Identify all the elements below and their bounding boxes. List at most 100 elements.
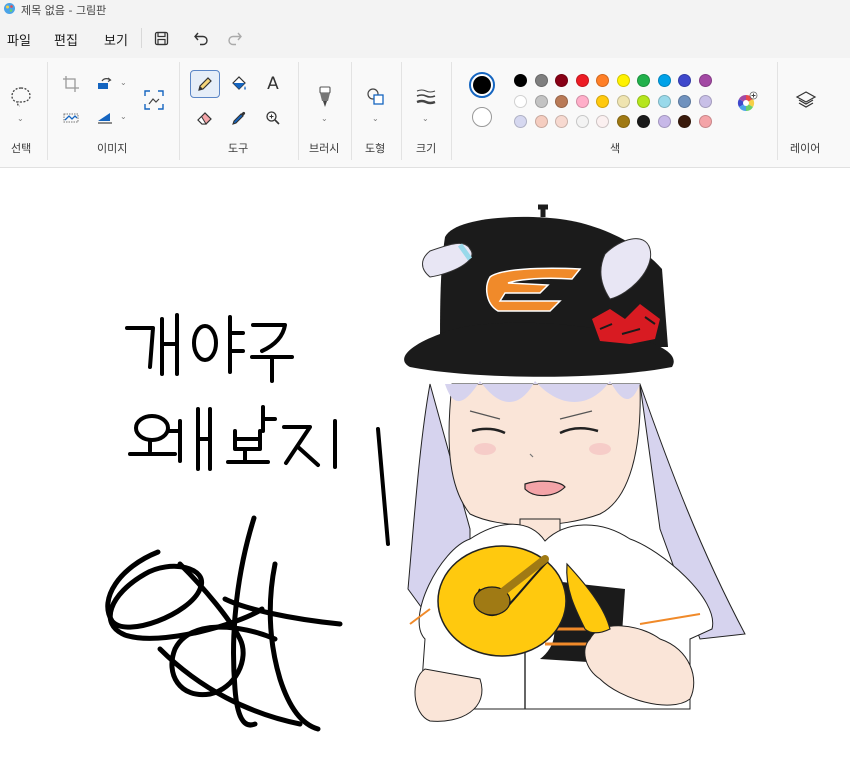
drawing-canvas[interactable] <box>0 169 850 782</box>
primary-color-button[interactable] <box>466 70 498 100</box>
window-title: 제목 없음 - 그림판 <box>21 4 107 17</box>
chevron-down-icon[interactable]: ⌄ <box>321 114 328 123</box>
color-swatch[interactable] <box>575 94 589 108</box>
resize-button[interactable] <box>90 70 120 98</box>
selection-button[interactable] <box>6 80 36 114</box>
color-swatch[interactable] <box>555 74 568 87</box>
color-swatch[interactable] <box>698 74 712 87</box>
color-swatch[interactable] <box>575 74 589 87</box>
redo-button[interactable] <box>222 26 248 50</box>
eraser-tool-button[interactable] <box>190 104 220 132</box>
color-swatch[interactable] <box>657 115 671 128</box>
shapes-button[interactable] <box>361 80 391 114</box>
secondary-color-button[interactable] <box>466 102 498 132</box>
chevron-down-icon[interactable]: ⌄ <box>120 78 127 87</box>
redo-icon <box>228 32 242 46</box>
fill-tool-button[interactable] <box>224 70 254 98</box>
color-swatch[interactable] <box>514 115 527 128</box>
color-wheel-icon <box>737 91 758 112</box>
color-swatch[interactable] <box>657 94 671 108</box>
lasso-select-icon <box>11 87 31 107</box>
select-all-button[interactable] <box>56 104 86 132</box>
ribbon-divider <box>451 62 452 160</box>
shapes-icon <box>367 88 384 105</box>
color-swatch[interactable] <box>616 115 630 128</box>
color-swatch[interactable] <box>657 74 671 87</box>
color-swatch[interactable] <box>637 94 650 108</box>
color-swatch[interactable] <box>698 94 712 108</box>
color-swatch[interactable] <box>616 94 630 108</box>
text-icon: A <box>267 74 279 94</box>
image-frame-icon <box>144 90 164 110</box>
color-swatch[interactable] <box>698 115 712 128</box>
title-bar: 제목 없음 - 그림판 <box>0 0 850 18</box>
color-swatch[interactable] <box>616 74 630 87</box>
color-swatch[interactable] <box>575 115 589 128</box>
line-width-icon <box>416 89 436 105</box>
character-illustration <box>404 204 746 722</box>
group-label-tools: 도구 <box>228 142 249 155</box>
color-swatch[interactable] <box>678 115 691 128</box>
color-swatch[interactable] <box>596 74 609 87</box>
layers-icon <box>795 91 817 108</box>
group-label-select: 선택 <box>11 142 32 155</box>
brush-icon <box>319 86 331 107</box>
color-swatch[interactable] <box>596 94 609 108</box>
image-select-button[interactable] <box>139 86 169 114</box>
color-swatch[interactable] <box>534 74 548 87</box>
paint-app-icon <box>4 3 15 14</box>
ribbon-divider <box>298 62 299 160</box>
chevron-down-icon[interactable]: ⌄ <box>372 114 379 123</box>
group-label-size: 크기 <box>416 142 437 155</box>
pencil-tool-button[interactable] <box>190 70 220 98</box>
color-swatch[interactable] <box>534 115 548 128</box>
save-button[interactable] <box>148 26 174 50</box>
canvas-drawing <box>105 204 746 732</box>
chevron-down-icon[interactable]: ⌄ <box>422 114 429 123</box>
menu-bar: 파일 편집 보기 <box>0 18 850 58</box>
color-picker-button[interactable] <box>224 104 254 132</box>
brushes-button[interactable] <box>310 80 340 114</box>
resize-icon <box>98 77 112 89</box>
color-swatch[interactable] <box>596 115 609 128</box>
edit-colors-button[interactable] <box>732 88 762 116</box>
ribbon-divider <box>351 62 352 160</box>
color-swatch[interactable] <box>534 94 548 108</box>
size-button[interactable] <box>411 80 441 114</box>
group-label-shapes: 도형 <box>365 142 386 155</box>
color-swatch[interactable] <box>555 94 568 108</box>
ribbon-divider <box>179 62 180 160</box>
flip-button[interactable] <box>90 104 120 132</box>
color-swatch[interactable] <box>678 94 691 108</box>
color-swatch[interactable] <box>678 74 691 87</box>
color-swatch[interactable] <box>514 94 527 108</box>
undo-button[interactable] <box>188 26 214 50</box>
menu-view[interactable]: 보기 <box>104 30 128 49</box>
chevron-down-icon[interactable]: ⌄ <box>17 114 24 123</box>
color-swatch[interactable] <box>555 115 568 128</box>
magnifier-button[interactable] <box>258 104 288 132</box>
color-swatch[interactable] <box>637 74 650 87</box>
secondary-color-swatch <box>472 107 492 127</box>
color-swatch[interactable] <box>514 74 527 87</box>
handwritten-text-line-2 <box>128 405 390 546</box>
menu-edit[interactable]: 편집 <box>54 30 78 49</box>
color-swatch[interactable] <box>637 115 650 128</box>
group-label-brushes: 브러시 <box>309 142 340 155</box>
group-label-layers: 레이어 <box>790 142 821 155</box>
group-label-colors: 색 <box>610 142 621 155</box>
chevron-down-icon[interactable]: ⌄ <box>120 112 127 121</box>
crop-button[interactable] <box>56 70 86 98</box>
text-tool-button[interactable]: A <box>258 70 288 98</box>
ribbon-divider <box>47 62 48 160</box>
zoom-icon <box>266 111 280 125</box>
ribbon-divider <box>401 62 402 160</box>
paint-bucket-icon <box>232 76 246 90</box>
ribbon-divider <box>777 62 778 160</box>
flip-icon <box>98 113 112 124</box>
group-label-image: 이미지 <box>97 142 128 155</box>
scribble-signature <box>105 515 343 732</box>
menu-file[interactable]: 파일 <box>7 30 31 49</box>
menu-divider <box>141 28 142 48</box>
layers-button[interactable] <box>791 86 821 114</box>
